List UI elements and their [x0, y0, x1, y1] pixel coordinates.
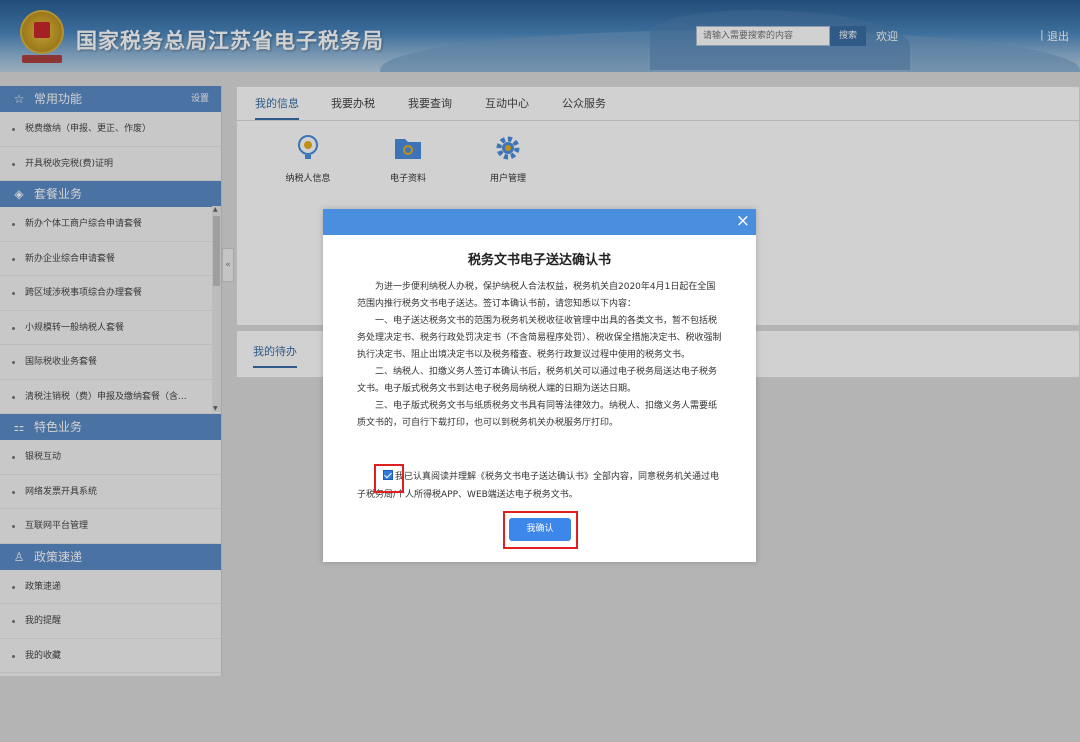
agreement-row: 我已认真阅读并理解《税务文书电子送达确认书》全部内容，同意税务机关通过电子税务局…	[357, 468, 723, 504]
dialog-title: 税务文书电子送达确认书	[467, 253, 611, 268]
confirm-highlight-box	[503, 511, 578, 549]
agreement-text: 我已认真阅读并理解《税务文书电子送达确认书》全部内容，同意税务机关通过电子税务局…	[357, 472, 720, 500]
checkbox-highlight-box	[374, 464, 404, 493]
clause-3: 三、电子版式税务文书与纸质税务文书具有同等法律效力。纳税人、扣缴义务人需要纸质文…	[357, 401, 718, 428]
dialog-title-bar: ×	[323, 209, 756, 235]
clause-1: 一、电子送达税务文书的范围为税务机关税收征收管理中出具的各类文书，暂不包括税务处…	[357, 316, 722, 360]
intro-paragraph: 为进一步便利纳税人办税，保护纳税人合法权益，税务机关自2020年4月1日起在全国…	[357, 282, 716, 309]
dialog-body: 为进一步便利纳税人办税，保护纳税人合法权益，税务机关自2020年4月1日起在全国…	[357, 279, 723, 432]
confirmation-dialog: × 税务文书电子送达确认书 为进一步便利纳税人办税，保护纳税人合法权益，税务机关…	[323, 209, 756, 562]
clause-2: 二、纳税人、扣缴义务人签订本确认书后，税务机关可以通过电子税务局送达电子税务文书…	[357, 367, 718, 394]
close-icon[interactable]: ×	[736, 211, 750, 231]
